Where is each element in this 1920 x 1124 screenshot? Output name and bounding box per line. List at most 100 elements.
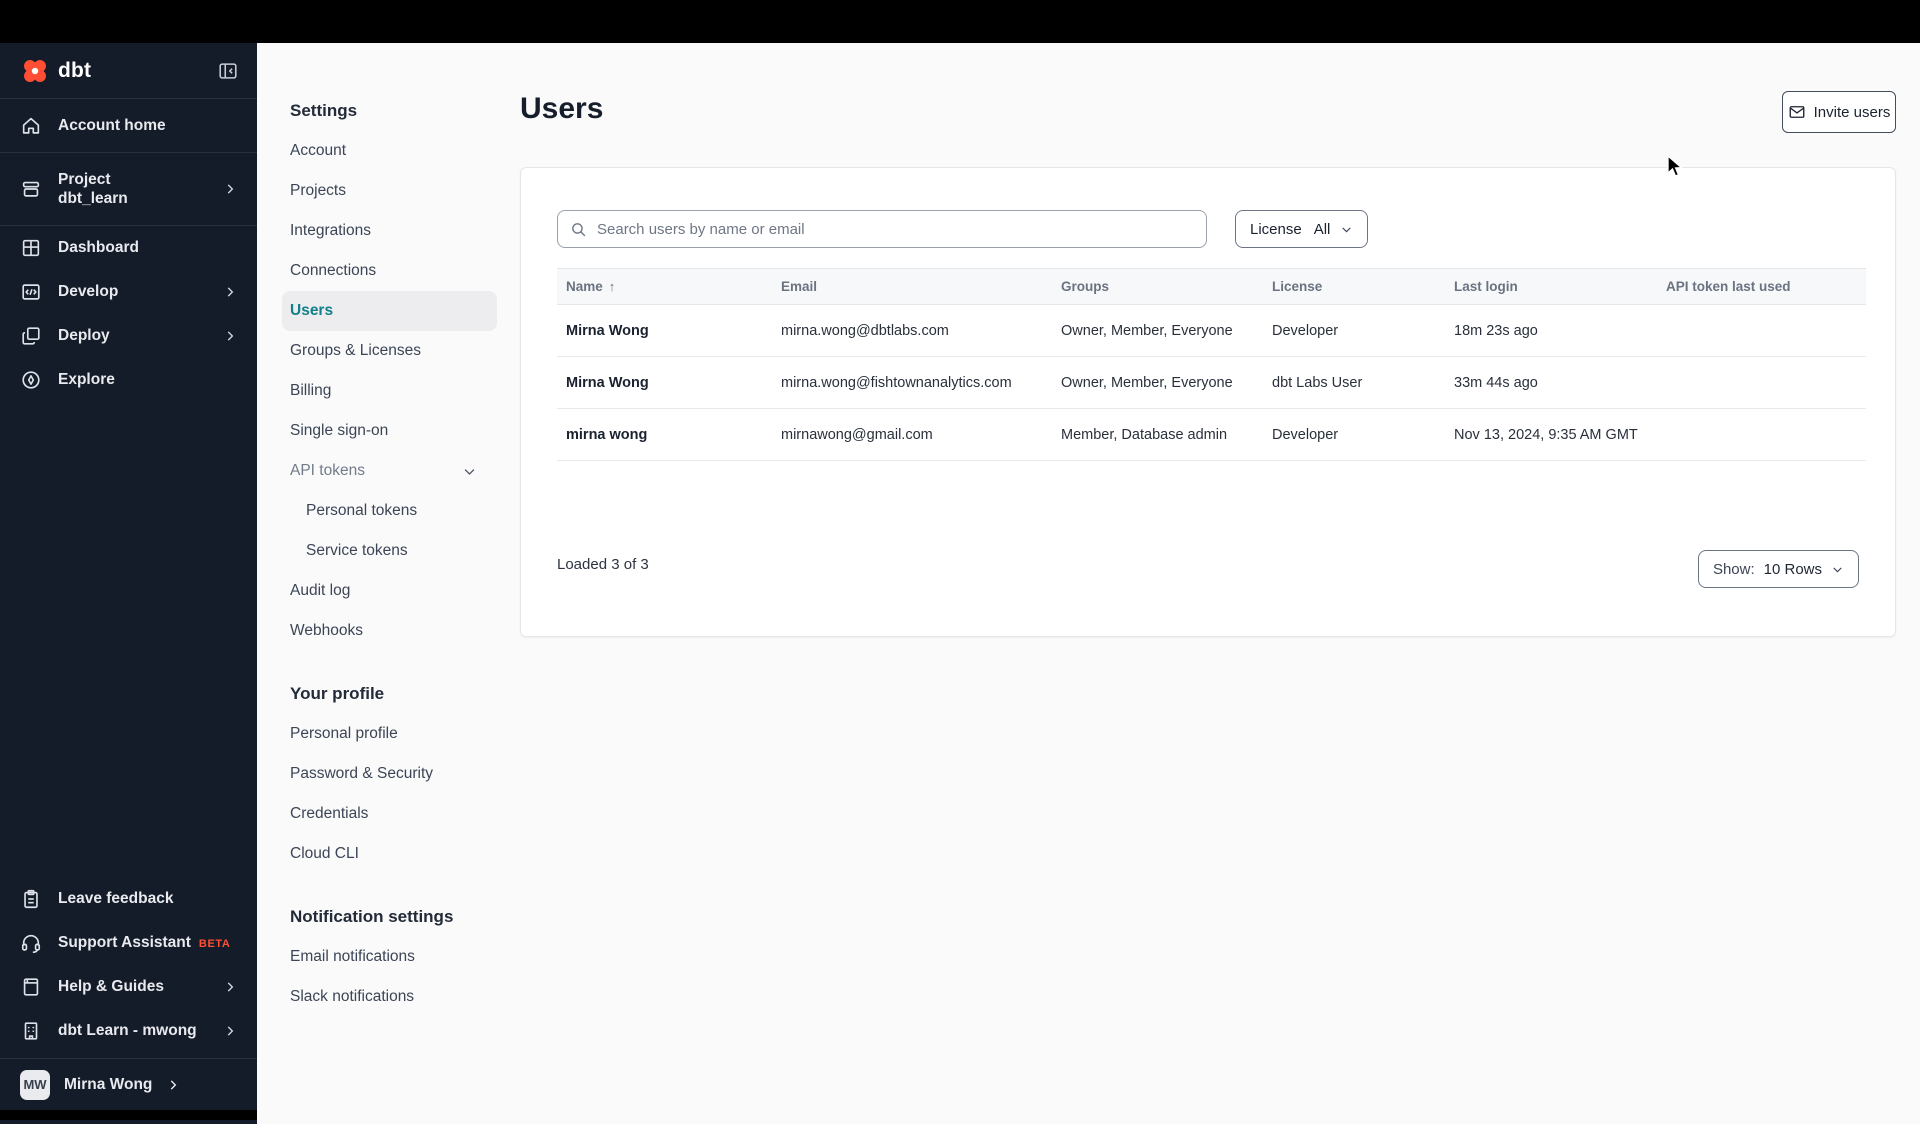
settings-nav-item-password-security[interactable]: Password & Security [282,754,497,794]
table-row[interactable]: mirna wong mirnawong@gmail.com Member, D… [557,409,1866,461]
cell-email: mirna.wong@fishtownanalytics.com [781,374,1012,391]
cell-name: Mirna Wong [566,322,649,339]
column-header-name[interactable]: Name ↑ [557,279,772,294]
settings-nav-item-webhooks[interactable]: Webhooks [282,611,497,651]
sidebar-item-dbt-learn-account[interactable]: dbt Learn - mwong [0,1009,257,1053]
column-header-label: License [1272,279,1323,294]
column-header-email[interactable]: Email [772,279,1052,294]
sidebar-header: dbt [0,43,257,99]
deploy-icon [20,325,42,347]
sidebar-item-label: Project dbt_learn [58,170,207,209]
settings-nav-item-projects[interactable]: Projects [282,171,497,211]
explore-compass-icon [20,369,42,391]
sidebar-item-support-assistant[interactable]: Support Assistant BETA [0,921,257,965]
feedback-clipboard-icon [20,888,42,910]
settings-nav-item-service-tokens[interactable]: Service tokens [282,531,497,571]
cell-groups: Member, Database admin [1061,426,1228,443]
settings-nav-title: Settings [290,101,358,120]
sidebar-item-deploy[interactable]: Deploy [0,314,257,358]
column-header-label: Last login [1454,279,1518,294]
sidebar-item-help-guides[interactable]: Help & Guides [0,965,257,1009]
show-label: Show: [1712,560,1755,578]
project-name: dbt_learn [58,190,128,207]
search-icon [570,221,587,238]
loaded-count-text: Loaded 3 of 3 [557,556,649,573]
license-filter-label: License [1250,220,1302,238]
column-header-groups[interactable]: Groups [1052,279,1263,294]
settings-nav-item-integrations[interactable]: Integrations [282,211,497,251]
dashboard-icon [20,237,42,259]
settings-nav-item-single-sign-on[interactable]: Single sign-on [282,411,497,451]
app-sidebar: dbt Account home Project dbt_learn Dashb… [0,43,257,1124]
rows-per-page-dropdown[interactable]: Show: 10 Rows [1697,550,1859,588]
api-tokens-label: API tokens [290,462,365,479]
your-profile-section-title: Your profile [290,684,385,703]
users-card: License All Name ↑ Email Groups License … [520,167,1896,637]
settings-nav-item-personal-profile[interactable]: Personal profile [282,714,497,754]
table-header-row: Name ↑ Email Groups License Last login A… [557,268,1866,305]
sidebar-item-project[interactable]: Project dbt_learn [0,153,257,226]
settings-nav-item-cloud-cli[interactable]: Cloud CLI [282,834,497,874]
settings-nav-item-personal-tokens[interactable]: Personal tokens [282,491,497,531]
settings-nav-item-api-tokens[interactable]: API tokens [282,451,497,491]
chevron-right-icon [223,285,237,299]
project-label: Project [58,170,111,188]
cell-groups: Owner, Member, Everyone [1061,374,1233,391]
settings-nav-item-email-notifications[interactable]: Email notifications [282,937,497,977]
settings-nav-item-credentials[interactable]: Credentials [282,794,497,834]
sidebar-item-label: Deploy [58,327,110,345]
license-filter-value: All [1313,220,1331,238]
cell-name: mirna wong [566,426,648,443]
chevron-down-icon [462,464,477,479]
settings-nav: Settings Account Projects Integrations C… [282,91,497,1017]
settings-nav-item-account[interactable]: Account [282,131,497,171]
column-header-license[interactable]: License [1263,279,1445,294]
users-table: Name ↑ Email Groups License Last login A… [557,268,1866,461]
dbt-logo[interactable]: dbt [20,56,91,86]
search-input[interactable] [597,220,1194,238]
beta-badge: BETA [198,938,231,951]
sidebar-item-label: Support Assistant BETA [58,933,237,952]
sidebar-item-develop[interactable]: Develop [0,270,257,314]
settings-nav-item-groups-licenses[interactable]: Groups & Licenses [282,331,497,371]
avatar: MW [20,1069,50,1100]
chevron-right-icon [223,980,237,994]
invite-users-label: Invite users [1813,103,1891,121]
license-filter-dropdown[interactable]: License All [1235,210,1369,248]
sort-ascending-icon: ↑ [608,279,616,294]
table-row[interactable]: Mirna Wong mirna.wong@dbtlabs.com Owner,… [557,305,1866,357]
project-icon [20,178,42,200]
invite-users-button[interactable]: Invite users [1782,91,1896,133]
sidebar-item-explore[interactable]: Explore [0,358,257,402]
sidebar-collapse-icon[interactable] [217,60,239,82]
user-name: Mirna Wong [64,1075,153,1093]
cell-last-login: Nov 13, 2024, 9:35 AM GMT [1454,426,1638,443]
sidebar-item-account-home[interactable]: Account home [0,99,257,153]
chevron-right-icon [223,1024,237,1038]
support-assistant-label: Support Assistant [58,934,191,952]
column-header-api-token[interactable]: API token last used [1657,279,1866,294]
show-value: 10 Rows [1763,560,1822,578]
sidebar-item-dashboard[interactable]: Dashboard [0,226,257,270]
sidebar-item-label: Develop [58,283,119,301]
sidebar-item-leave-feedback[interactable]: Leave feedback [0,877,257,921]
cell-groups: Owner, Member, Everyone [1061,322,1233,339]
settings-nav-item-connections[interactable]: Connections [282,251,497,291]
settings-nav-item-users[interactable]: Users [282,291,497,331]
cell-last-login: 33m 44s ago [1454,374,1538,391]
settings-nav-item-audit-log[interactable]: Audit log [282,571,497,611]
dbt-logo-icon [24,59,46,82]
settings-nav-item-billing[interactable]: Billing [282,371,497,411]
user-search[interactable] [557,210,1207,248]
sidebar-item-label: Dashboard [58,239,139,257]
table-row[interactable]: Mirna Wong mirna.wong@fishtownanalytics.… [557,357,1866,409]
sidebar-item-label: Leave feedback [58,890,174,908]
sidebar-user-menu[interactable]: MW Mirna Wong [0,1058,257,1110]
home-icon [20,115,42,137]
column-header-label: Email [781,279,818,294]
cell-license: Developer [1272,322,1339,339]
column-header-last-login[interactable]: Last login [1445,279,1657,294]
column-header-label: Groups [1061,279,1110,294]
column-header-label: API token last used [1666,279,1791,294]
settings-nav-item-slack-notifications[interactable]: Slack notifications [282,977,497,1017]
